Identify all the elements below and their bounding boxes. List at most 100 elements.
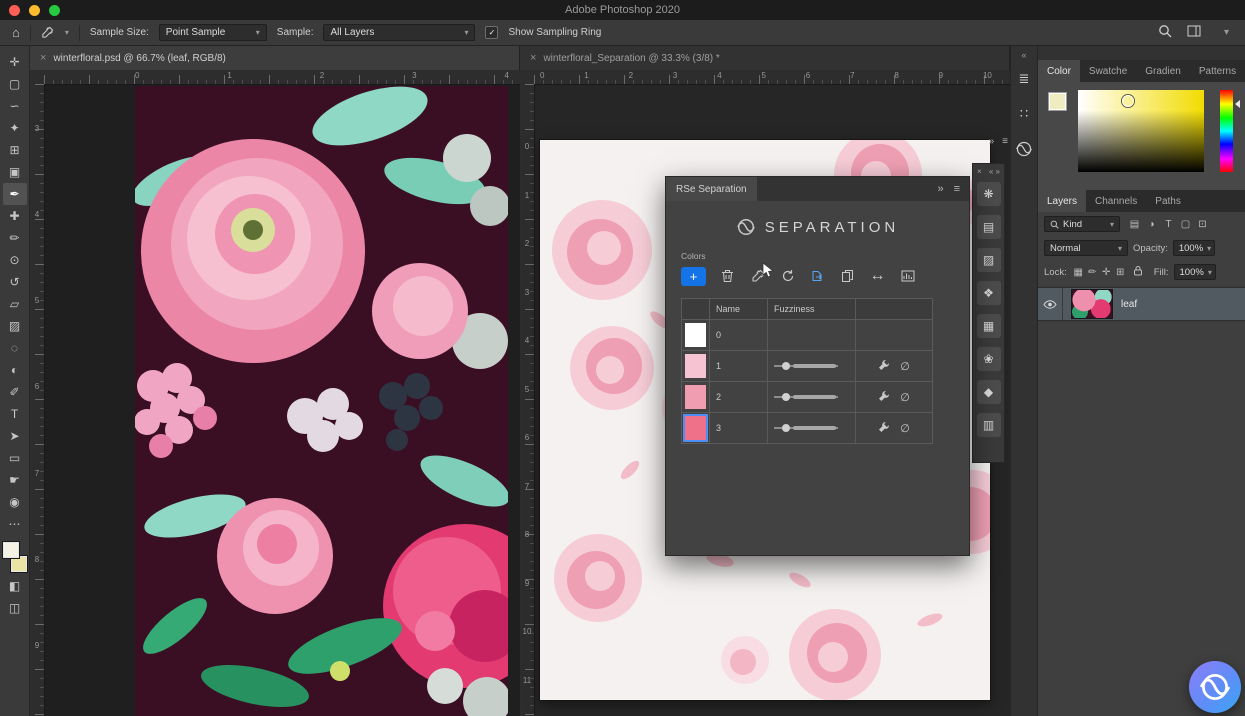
shape-tool[interactable]: ▭ (3, 447, 27, 469)
filter-pixel-layers-icon[interactable]: ▤ (1127, 219, 1142, 230)
expand-dock-icon[interactable]: « » (989, 167, 1000, 176)
separation-panel-tab[interactable]: RSe Separation (666, 177, 757, 201)
tab-paths[interactable]: Paths (1146, 190, 1190, 212)
fuzziness-slider[interactable] (774, 360, 838, 372)
panel-menu-icon[interactable]: ≡ (954, 183, 960, 195)
table-row[interactable]: 0 (682, 319, 932, 350)
lasso-tool[interactable]: ∽ (3, 95, 27, 117)
marquee-tool[interactable]: ▢ (3, 73, 27, 95)
refresh-button[interactable] (779, 268, 796, 285)
collapsed-panel-icon-2[interactable]: ▤ (977, 215, 1001, 239)
hand-tool[interactable]: ☛ (3, 469, 27, 491)
collapsed-panel-icon-4[interactable]: ❖ (977, 281, 1001, 305)
tab-patterns[interactable]: Patterns (1190, 60, 1245, 82)
blur-tool[interactable]: ◌ (3, 337, 27, 359)
saturation-brightness-field[interactable] (1078, 90, 1204, 172)
quick-selection-tool[interactable]: ✦ (3, 117, 27, 139)
panel-menu-icon[interactable]: ≡ (1002, 136, 1008, 147)
search-icon[interactable] (1158, 24, 1172, 41)
layer-visibility-toggle[interactable] (1038, 288, 1063, 320)
tab-layers[interactable]: Layers (1038, 190, 1086, 212)
maximize-window-button[interactable] (49, 5, 60, 16)
fuzziness-slider[interactable] (774, 391, 838, 403)
expand-dock-icon[interactable]: « (1021, 50, 1026, 60)
lock-pixels-icon[interactable]: ✏ (1086, 267, 1099, 278)
table-row-selected[interactable]: 3 ∅ (682, 412, 932, 443)
filter-smart-objects-icon[interactable]: ⊡ (1195, 219, 1210, 230)
adjust-color-icon[interactable] (878, 390, 890, 404)
lock-transparency-icon[interactable]: ▦ (1072, 267, 1085, 278)
quick-mask-button[interactable]: ◧ (3, 575, 27, 597)
workspace-switcher-icon[interactable] (1187, 25, 1201, 40)
color-swatch[interactable] (685, 385, 706, 409)
eyedropper-tool[interactable]: ✒ (3, 183, 27, 205)
duplicate-button[interactable] (839, 268, 856, 285)
adjustments-panel-icon[interactable]: ∷ (1013, 103, 1035, 125)
eraser-tool[interactable]: ▱ (3, 293, 27, 315)
document-view-winterfloral[interactable]: 01234 3456789 (30, 70, 520, 716)
tab-color[interactable]: Color (1038, 60, 1080, 82)
brush-tool[interactable]: ✏ (3, 227, 27, 249)
path-selection-tool[interactable]: ➤ (3, 425, 27, 447)
tab-swatches[interactable]: Swatche (1080, 60, 1136, 82)
frame-tool[interactable]: ▣ (3, 161, 27, 183)
color-field-cursor[interactable] (1122, 95, 1134, 107)
collapsed-panel-icon-1[interactable]: ❋ (977, 182, 1001, 206)
kind-filter-dropdown[interactable]: Kind ▾ (1044, 216, 1120, 232)
hue-slider[interactable] (1220, 90, 1233, 172)
color-swatch[interactable] (685, 323, 706, 347)
filter-adjustment-layers-icon[interactable]: ◑ (1144, 219, 1159, 230)
libraries-panel-icon[interactable]: ≣ (1013, 68, 1035, 90)
type-tool[interactable]: T (3, 403, 27, 425)
gradient-tool[interactable]: ▨ (3, 315, 27, 337)
color-swatch[interactable] (685, 416, 706, 440)
pen-tool[interactable]: ✐ (3, 381, 27, 403)
layer-row-leaf[interactable]: leaf (1038, 287, 1245, 321)
export-button[interactable] (809, 268, 826, 285)
sample-dropdown[interactable]: All Layers ▾ (323, 24, 475, 41)
rse-plugin-launcher-button[interactable] (1189, 661, 1241, 713)
add-color-button[interactable]: + (681, 267, 706, 286)
close-window-button[interactable] (9, 5, 20, 16)
collapsed-panel-icon-8[interactable]: ▥ (977, 413, 1001, 437)
fuzziness-slider[interactable] (774, 422, 838, 434)
delete-color-button[interactable] (719, 268, 736, 285)
table-row[interactable]: 1 ∅ (682, 350, 932, 381)
hue-slider-marker[interactable] (1235, 100, 1240, 108)
tab-channels[interactable]: Channels (1086, 190, 1146, 212)
rse-plugin-panel-icon[interactable] (1013, 138, 1035, 160)
tab-winterfloral-separation[interactable]: × winterfloral_Separation @ 33.3% (3/8) … (520, 46, 1010, 70)
home-icon[interactable]: ⌂ (12, 26, 20, 39)
adjust-color-icon[interactable] (878, 359, 890, 373)
move-tool[interactable]: ✛ (3, 51, 27, 73)
foreground-color-swatch[interactable] (1048, 92, 1067, 111)
show-sampling-ring-checkbox[interactable]: ✓ (485, 26, 498, 39)
close-tab-icon[interactable]: × (530, 52, 536, 64)
screen-mode-button[interactable]: ◫ (3, 597, 27, 619)
lock-artboard-icon[interactable]: ⊞ (1114, 267, 1127, 278)
current-tool-eyedropper-icon[interactable]: ▾ (41, 26, 69, 39)
close-dock-icon[interactable]: × (977, 167, 982, 176)
clone-stamp-tool[interactable]: ⊙ (3, 249, 27, 271)
foreground-color-swatch[interactable] (3, 542, 19, 558)
minimize-window-button[interactable] (29, 5, 40, 16)
opacity-dropdown[interactable]: 100% ▾ (1173, 240, 1215, 256)
fill-dropdown[interactable]: 100% ▾ (1174, 264, 1216, 280)
foreground-background-swatches[interactable] (2, 542, 28, 572)
lock-position-icon[interactable]: ✛ (1100, 267, 1113, 278)
collapse-panel-icon[interactable]: » (937, 183, 943, 195)
clear-color-icon[interactable]: ∅ (900, 422, 910, 435)
collapsed-panel-icon-3[interactable]: ▨ (977, 248, 1001, 272)
clear-color-icon[interactable]: ∅ (900, 391, 910, 404)
collapsed-panel-icon-5[interactable]: ▦ (977, 314, 1001, 338)
background-color-swatch[interactable] (11, 556, 27, 572)
crop-tool[interactable]: ⊞ (3, 139, 27, 161)
spot-healing-tool[interactable]: ✚ (3, 205, 27, 227)
sample-size-dropdown[interactable]: Point Sample ▾ (159, 24, 267, 41)
close-tab-icon[interactable]: × (40, 52, 46, 64)
collapsed-panel-icon-6[interactable]: ❀ (977, 347, 1001, 371)
filter-type-layers-icon[interactable]: T (1161, 219, 1176, 230)
spread-width-button[interactable]: ↔ (869, 268, 886, 285)
caret-down-icon[interactable]: ▾ (1224, 27, 1229, 38)
canvas-winterfloral[interactable] (135, 86, 508, 716)
